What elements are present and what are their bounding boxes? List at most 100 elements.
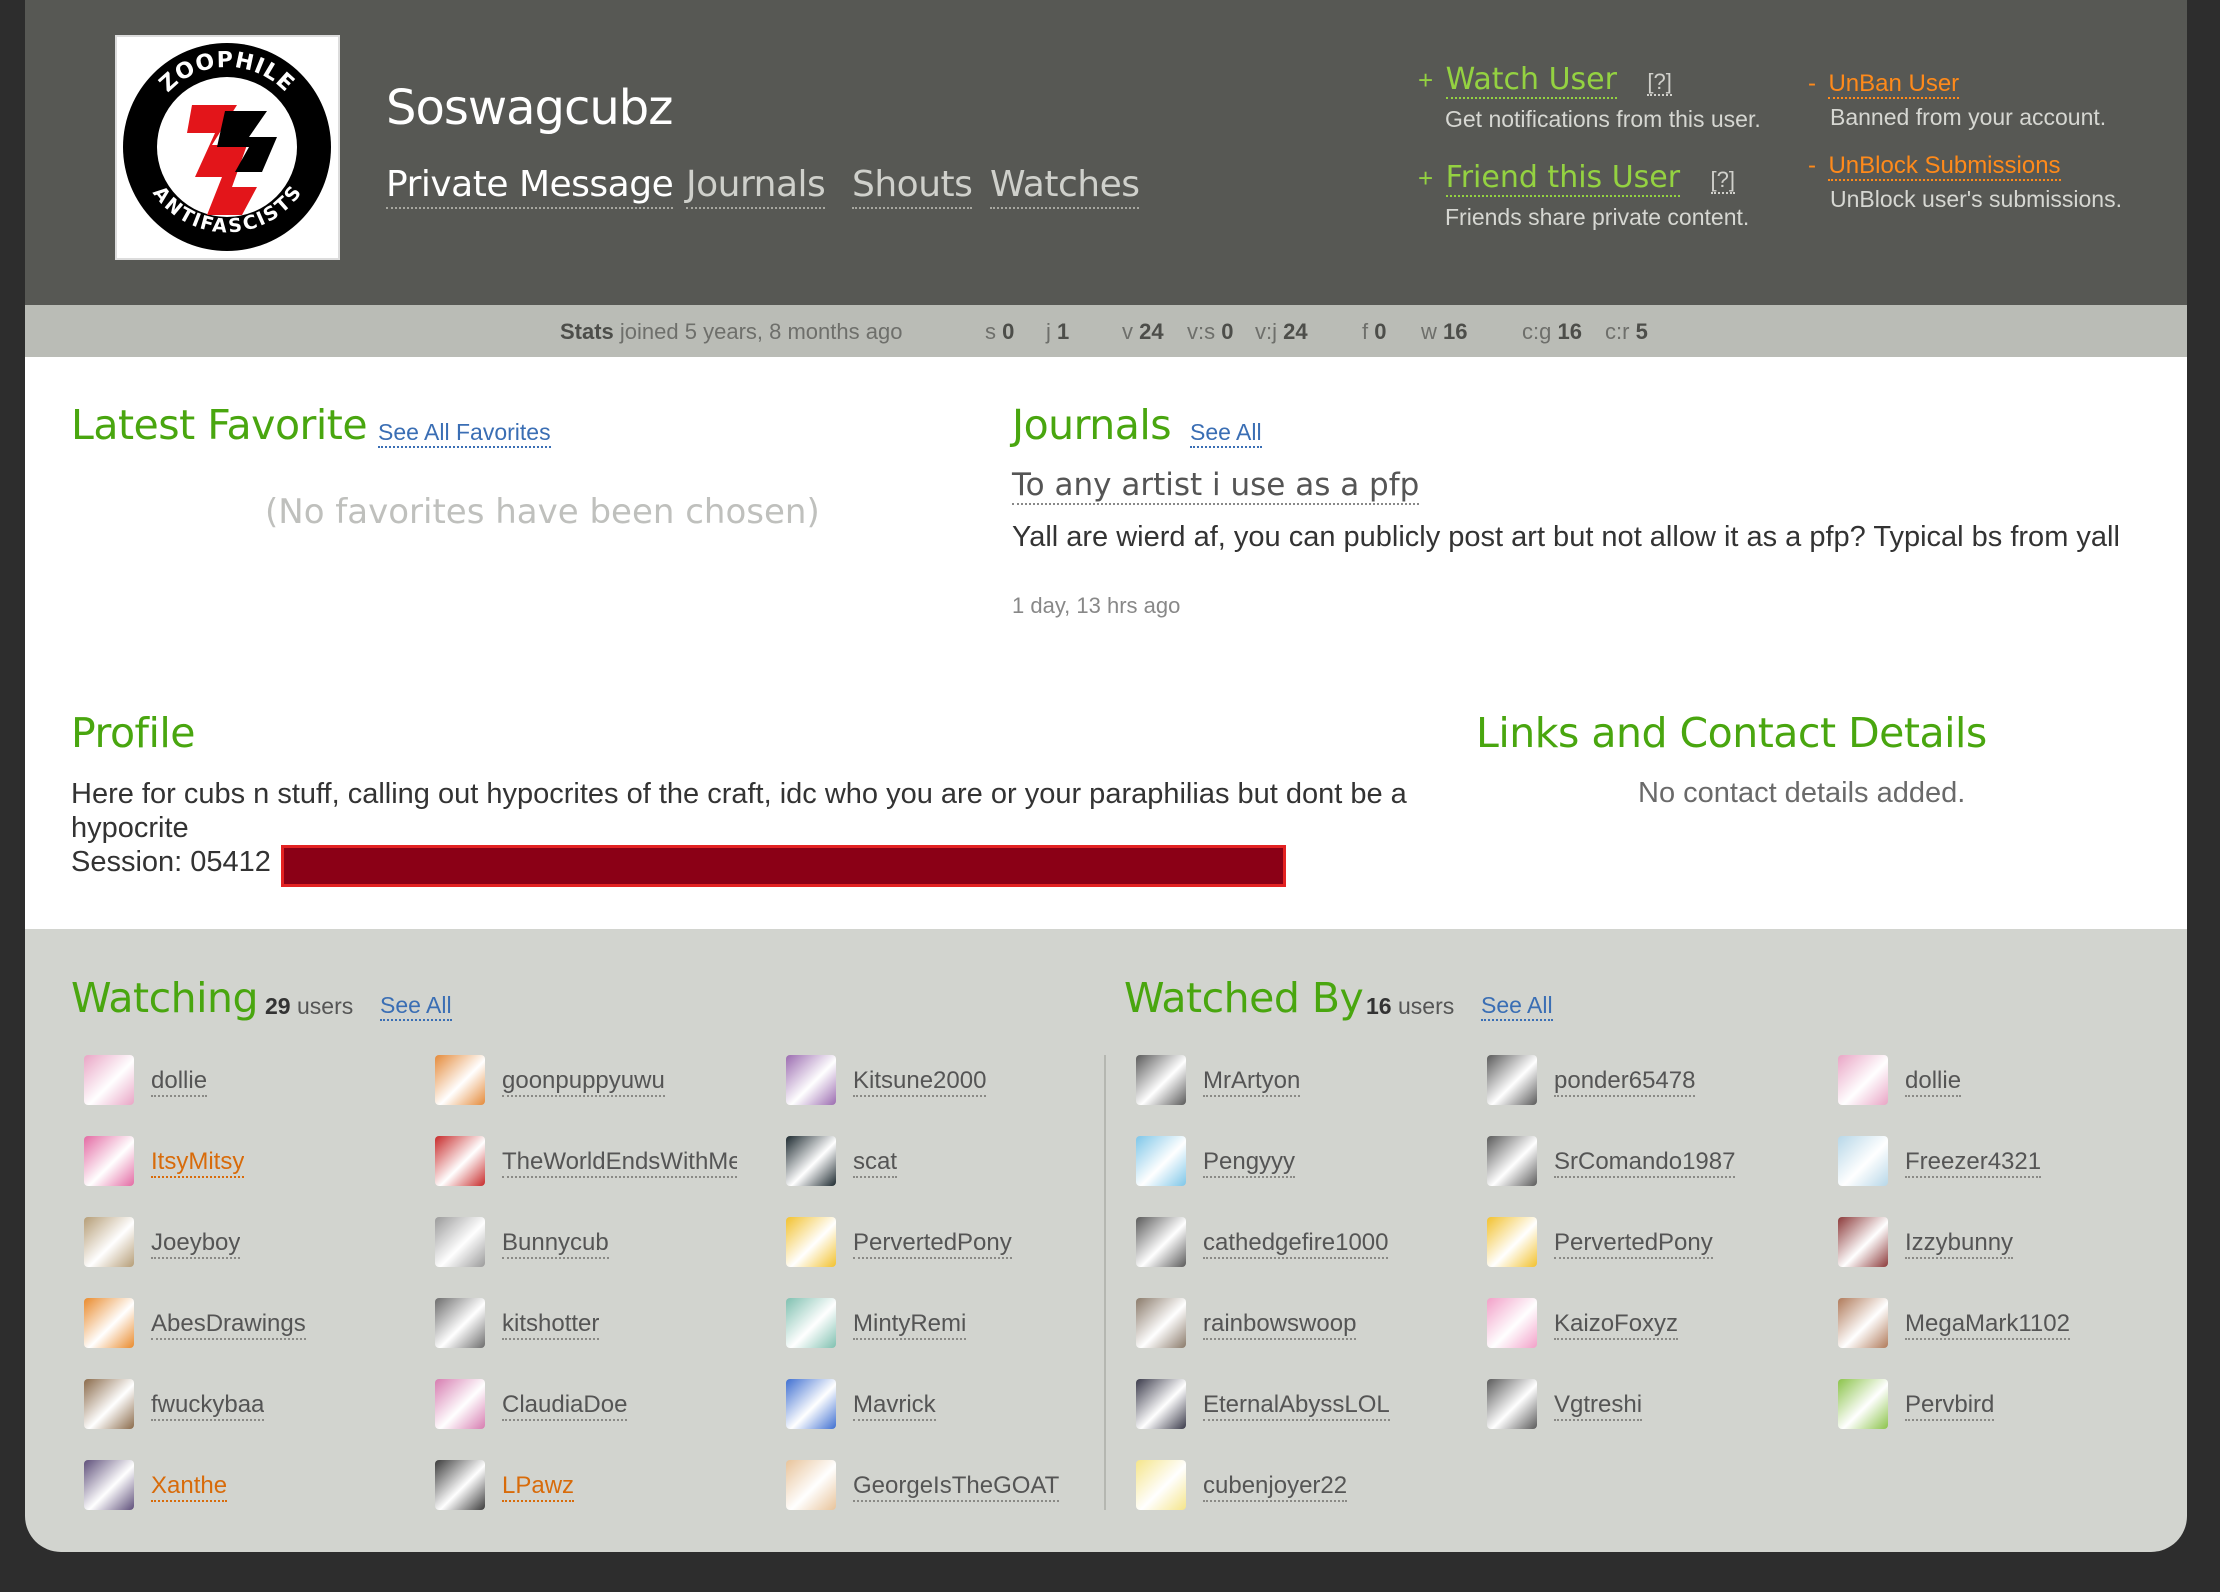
plus-icon: + [1418, 163, 1434, 193]
user-avatar-icon[interactable] [435, 1217, 485, 1267]
unban-user-link[interactable]: UnBan User [1828, 70, 1960, 99]
user-link[interactable]: AbesDrawings [151, 1310, 306, 1340]
see-all-journals-link[interactable]: See All [1190, 419, 1262, 448]
friend-user-action: + Friend this User [?] [1418, 160, 1736, 197]
plus-icon: + [1418, 65, 1434, 95]
user-avatar-icon[interactable] [1838, 1379, 1888, 1429]
friend-help-link[interactable]: [?] [1710, 167, 1736, 194]
user-avatar-icon[interactable] [786, 1136, 836, 1186]
user-avatar-icon[interactable] [1136, 1136, 1186, 1186]
user-avatar-icon[interactable] [786, 1460, 836, 1510]
user-avatar-icon[interactable] [1136, 1055, 1186, 1105]
user-link[interactable]: dollie [151, 1067, 208, 1097]
stat-j: j 1 [1046, 319, 1070, 344]
user-link[interactable]: LPawz [502, 1472, 575, 1502]
user-link[interactable]: Pengyyy [1203, 1148, 1296, 1178]
user-avatar-icon[interactable] [786, 1217, 836, 1267]
user-avatar[interactable]: ZOOPHILE ANTIFASCISTS [115, 35, 340, 260]
user-link[interactable]: cathedgefire1000 [1203, 1229, 1389, 1259]
journals-link[interactable]: Journals [686, 164, 826, 209]
user-link[interactable]: ClaudiaDoe [502, 1391, 628, 1421]
user-avatar-icon[interactable] [84, 1217, 134, 1267]
redaction-box [281, 845, 1286, 887]
profile-text-line1: Here for cubs n stuff, calling out hypoc… [71, 778, 1407, 844]
see-all-favorites-link[interactable]: See All Favorites [378, 419, 551, 448]
user-link[interactable]: Kitsune2000 [853, 1067, 987, 1097]
user-link[interactable]: Izzybunny [1905, 1229, 2014, 1259]
user-link[interactable]: kitshotter [502, 1310, 600, 1340]
user-link[interactable]: Mavrick [853, 1391, 936, 1421]
user-avatar-icon[interactable] [84, 1460, 134, 1510]
user-avatar-icon[interactable] [84, 1379, 134, 1429]
no-favorites-text: (No favorites have been chosen) [265, 492, 820, 532]
user-link[interactable]: Bunnycub [502, 1229, 609, 1259]
user-avatar-icon[interactable] [786, 1379, 836, 1429]
friend-user-link[interactable]: Friend this User [1445, 160, 1681, 197]
user-avatar-icon[interactable] [1487, 1298, 1537, 1348]
user-avatar-icon[interactable] [435, 1460, 485, 1510]
stat-s: s 0 [985, 319, 1015, 344]
user-avatar-icon[interactable] [435, 1379, 485, 1429]
user-avatar-icon[interactable] [435, 1136, 485, 1186]
user-link[interactable]: Freezer4321 [1905, 1148, 2042, 1178]
user-link[interactable]: MrArtyon [1203, 1067, 1301, 1097]
user-avatar-icon[interactable] [1838, 1217, 1888, 1267]
user-link[interactable]: scat [853, 1148, 898, 1178]
user-avatar-icon[interactable] [84, 1055, 134, 1105]
watched-by-see-all-link[interactable]: See All [1481, 992, 1553, 1021]
user-link[interactable]: MintyRemi [853, 1310, 967, 1340]
user-link[interactable]: MegaMark1102 [1905, 1310, 2070, 1340]
unblock-submissions-link[interactable]: UnBlock Submissions [1828, 152, 2061, 181]
user-link[interactable]: PervertedPony [1554, 1229, 1713, 1259]
user-avatar-icon[interactable] [84, 1136, 134, 1186]
user-link[interactable]: ItsyMitsy [151, 1148, 245, 1178]
stats-bar: Stats joined 5 years, 8 months ago s 0 j… [25, 305, 2187, 357]
user-link[interactable]: ponder65478 [1554, 1067, 1696, 1097]
user-avatar-icon[interactable] [1487, 1055, 1537, 1105]
user-link[interactable]: TheWorldEndsWithMe [502, 1148, 737, 1178]
unban-user-desc: Banned from your account. [1830, 104, 2107, 130]
shouts-link[interactable]: Shouts [852, 164, 973, 209]
user-link[interactable]: rainbowswoop [1203, 1310, 1357, 1340]
user-avatar-icon[interactable] [435, 1055, 485, 1105]
user-link[interactable]: EternalAbyssLOL [1203, 1391, 1390, 1421]
user-link[interactable]: Pervbird [1905, 1391, 1995, 1421]
user-avatar-icon[interactable] [1838, 1298, 1888, 1348]
private-message-link[interactable]: Private Message [386, 164, 674, 209]
watched-by-title: Watched By [1124, 974, 1364, 1022]
user-link[interactable]: dollie [1905, 1067, 1962, 1097]
user-avatar-icon[interactable] [1136, 1460, 1186, 1510]
user-link[interactable]: fwuckybaa [151, 1391, 265, 1421]
watch-help-link[interactable]: [?] [1647, 69, 1672, 96]
user-avatar-icon[interactable] [84, 1298, 134, 1348]
journal-title-link[interactable]: To any artist i use as a pfp [1012, 467, 1420, 505]
user-link[interactable]: SrComando1987 [1554, 1148, 1736, 1178]
watching-title: Watching [71, 974, 259, 1022]
user-avatar-icon[interactable] [1136, 1379, 1186, 1429]
user-avatar-icon[interactable] [1487, 1379, 1537, 1429]
user-avatar-icon[interactable] [786, 1298, 836, 1348]
user-link[interactable]: Xanthe [151, 1472, 228, 1502]
minus-icon: - [1808, 152, 1816, 179]
stat-f: f 0 [1362, 319, 1387, 344]
user-link[interactable]: goonpuppyuwu [502, 1067, 665, 1097]
stat-vs: v:s 0 [1187, 319, 1234, 344]
user-avatar-icon[interactable] [786, 1055, 836, 1105]
user-avatar-icon[interactable] [435, 1298, 485, 1348]
user-link[interactable]: cubenjoyer22 [1203, 1472, 1348, 1502]
user-link[interactable]: KaizoFoxyz [1554, 1310, 1679, 1340]
user-avatar-icon[interactable] [1838, 1136, 1888, 1186]
watches-link[interactable]: Watches [990, 164, 1140, 209]
watching-see-all-link[interactable]: See All [380, 992, 452, 1021]
user-link[interactable]: PervertedPony [853, 1229, 1012, 1259]
user-avatar-icon[interactable] [1136, 1217, 1186, 1267]
watch-user-link[interactable]: Watch User [1445, 62, 1617, 99]
user-link[interactable]: GeorgeIsTheGOAT [853, 1472, 1060, 1502]
user-link[interactable]: Vgtreshi [1554, 1391, 1643, 1421]
user-avatar-icon[interactable] [1136, 1298, 1186, 1348]
journals-title: Journals [1012, 401, 1172, 449]
user-avatar-icon[interactable] [1487, 1217, 1537, 1267]
user-avatar-icon[interactable] [1838, 1055, 1888, 1105]
user-avatar-icon[interactable] [1487, 1136, 1537, 1186]
user-link[interactable]: Joeyboy [151, 1229, 241, 1259]
